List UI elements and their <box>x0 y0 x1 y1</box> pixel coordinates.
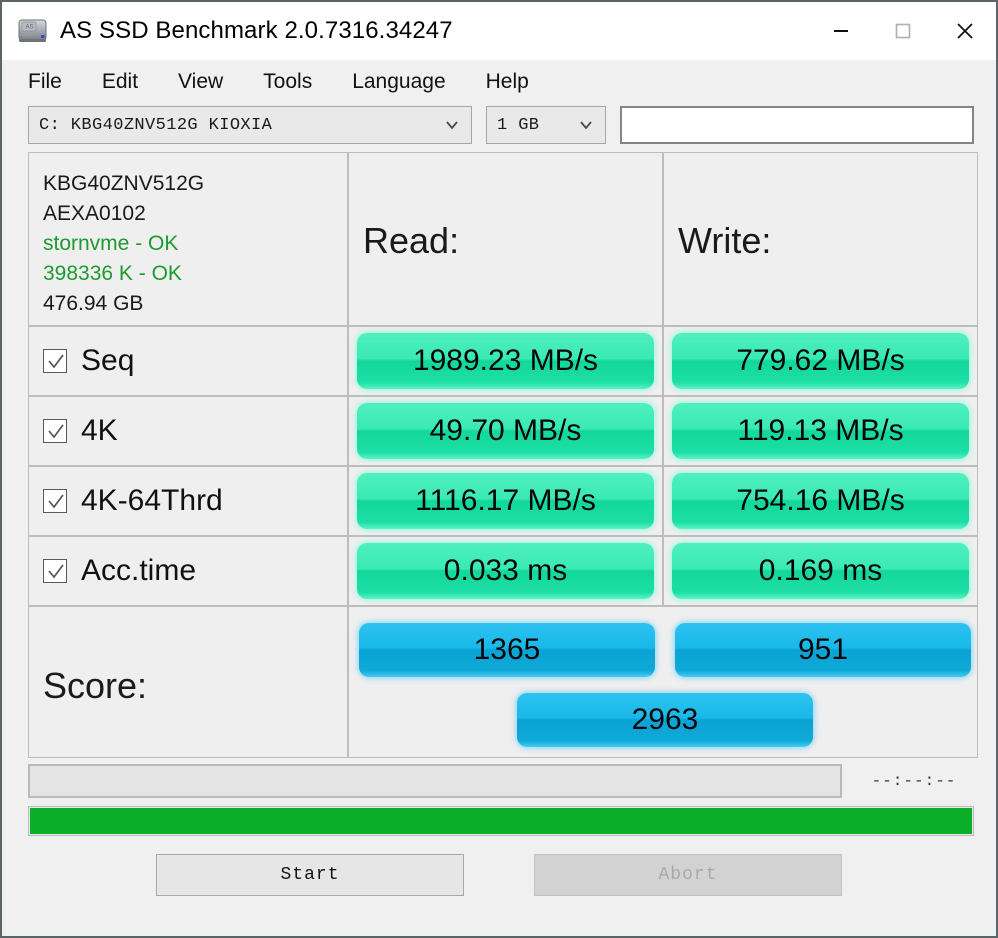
as-ssd-benchmark-window: AS AS SSD Benchmark 2.0.7316.34247 File … <box>0 0 998 938</box>
minimize-icon[interactable] <box>810 2 872 60</box>
results-panel: KBG40ZNV512G AEXA0102 stornvme - OK 3983… <box>2 146 996 758</box>
test-4k-cell[interactable]: 4K <box>28 396 348 466</box>
seq-write-cell: 779.62 MB/s <box>663 326 978 396</box>
read-header-cell: Read: <box>348 152 663 326</box>
drive-select[interactable]: C: KBG40ZNV512G KIOXIA <box>28 106 472 144</box>
status-message-box <box>28 764 842 798</box>
table-row: Seq 1989.23 MB/s 779.62 MB/s <box>28 326 978 396</box>
score-row: Score: 1365 951 2963 <box>28 606 978 758</box>
table-row: 4K-64Thrd 1116.17 MB/s 754.16 MB/s <box>28 466 978 536</box>
4k64thrd-write-cell: 754.16 MB/s <box>663 466 978 536</box>
score-values-cell: 1365 951 2963 <box>348 606 978 758</box>
drive-capacity: 476.94 GB <box>43 292 144 315</box>
4k-read-value: 49.70 MB/s <box>357 403 654 459</box>
ssd-drive-icon: AS <box>18 18 48 44</box>
test-label-acc-time: Acc.time <box>81 554 197 587</box>
4k-read-cell: 49.70 MB/s <box>348 396 663 466</box>
score-label-cell: Score: <box>28 606 348 758</box>
checkbox-4k-64thrd[interactable] <box>43 489 67 513</box>
toolbar: C: KBG40ZNV512G KIOXIA 1 GB <box>2 104 996 146</box>
test-acctime-cell[interactable]: Acc.time <box>28 536 348 606</box>
4k64thrd-read-value: 1116.17 MB/s <box>357 473 654 529</box>
acctime-read-value: 0.033 ms <box>357 543 654 599</box>
checkbox-4k[interactable] <box>43 419 67 443</box>
drive-driver: stornvme - OK <box>43 232 179 255</box>
menu-item-view[interactable]: View <box>178 70 223 94</box>
title-bar: AS AS SSD Benchmark 2.0.7316.34247 <box>2 2 996 60</box>
results-grid: KBG40ZNV512G AEXA0102 stornvme - OK 3983… <box>28 152 978 758</box>
elapsed-timer: --:--:-- <box>871 772 957 790</box>
size-select[interactable]: 1 GB <box>486 106 606 144</box>
menu-item-file[interactable]: File <box>28 70 62 94</box>
score-total-value: 2963 <box>517 693 813 747</box>
window-title: AS SSD Benchmark 2.0.7316.34247 <box>60 17 453 44</box>
menu-item-edit[interactable]: Edit <box>102 70 138 94</box>
maximize-icon[interactable] <box>872 2 934 60</box>
chevron-down-icon <box>577 116 595 134</box>
seq-read-cell: 1989.23 MB/s <box>348 326 663 396</box>
drive-alignment: 398336 K - OK <box>43 262 182 285</box>
4k64thrd-read-cell: 1116.17 MB/s <box>348 466 663 536</box>
seq-read-value: 1989.23 MB/s <box>357 333 654 389</box>
acctime-write-value: 0.169 ms <box>672 543 969 599</box>
menu-item-language[interactable]: Language <box>352 70 445 94</box>
button-row: Start Abort <box>2 836 996 896</box>
read-header: Read: <box>363 220 460 261</box>
write-header: Write: <box>678 220 772 261</box>
menu-bar: File Edit View Tools Language Help <box>2 60 996 104</box>
4k64thrd-write-value: 754.16 MB/s <box>672 473 969 529</box>
score-read-value: 1365 <box>359 623 655 677</box>
test-label-4k: 4K <box>81 414 118 447</box>
4k-write-cell: 119.13 MB/s <box>663 396 978 466</box>
table-row: 4K 49.70 MB/s 119.13 MB/s <box>28 396 978 466</box>
close-icon[interactable] <box>934 2 996 60</box>
drive-firmware: AEXA0102 <box>43 202 146 225</box>
acctime-read-cell: 0.033 ms <box>348 536 663 606</box>
start-button[interactable]: Start <box>156 854 464 896</box>
score-write-wrap: 951 <box>675 623 971 677</box>
test-label-seq: Seq <box>81 344 135 377</box>
menu-item-tools[interactable]: Tools <box>263 70 312 94</box>
test-4k64thrd-cell[interactable]: 4K-64Thrd <box>28 466 348 536</box>
drive-select-label: C: KBG40ZNV512G KIOXIA <box>39 115 273 135</box>
seq-write-value: 779.62 MB/s <box>672 333 969 389</box>
test-seq-cell[interactable]: Seq <box>28 326 348 396</box>
info-text-field[interactable] <box>620 106 974 144</box>
write-header-cell: Write: <box>663 152 978 326</box>
drive-info-row: KBG40ZNV512G AEXA0102 stornvme - OK 3983… <box>28 152 978 326</box>
drive-info-cell: KBG40ZNV512G AEXA0102 stornvme - OK 3983… <box>28 152 348 326</box>
checkbox-seq[interactable] <box>43 349 67 373</box>
score-write-value: 951 <box>675 623 971 677</box>
score-read-wrap: 1365 <box>359 623 655 677</box>
test-label-4k-64thrd: 4K-64Thrd <box>81 484 223 517</box>
abort-button: Abort <box>534 854 842 896</box>
drive-model: KBG40ZNV512G <box>43 172 205 195</box>
checkbox-acc-time[interactable] <box>43 559 67 583</box>
progress-bar-track <box>28 806 974 836</box>
menu-item-help[interactable]: Help <box>486 70 529 94</box>
score-header: Score: <box>43 665 148 706</box>
progress-bar-fill <box>30 808 972 834</box>
chevron-down-icon <box>443 116 461 134</box>
score-total-wrap: 2963 <box>517 693 813 747</box>
4k-write-value: 119.13 MB/s <box>672 403 969 459</box>
size-select-label: 1 GB <box>497 115 540 135</box>
svg-text:AS: AS <box>26 24 34 30</box>
acctime-write-cell: 0.169 ms <box>663 536 978 606</box>
status-row: --:--:-- <box>2 758 996 798</box>
window-controls <box>810 2 996 60</box>
table-row: Acc.time 0.033 ms 0.169 ms <box>28 536 978 606</box>
